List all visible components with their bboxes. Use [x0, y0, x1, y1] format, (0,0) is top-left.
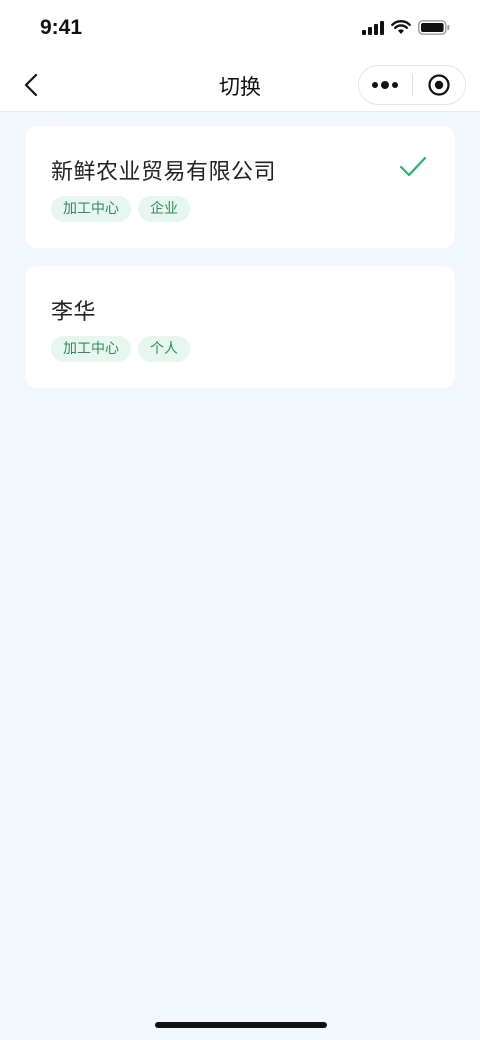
status-icons [362, 20, 450, 35]
more-dots-icon [372, 81, 399, 89]
mini-program-capsule [358, 65, 466, 105]
status-time: 9:41 [40, 16, 83, 39]
cellular-signal-icon [362, 20, 384, 35]
wifi-icon [391, 20, 411, 34]
tag-type: 个人 [138, 336, 190, 362]
status-bar: 9:41 [0, 0, 480, 58]
more-button[interactable] [359, 66, 412, 104]
target-close-icon [428, 74, 450, 96]
tag-type: 企业 [138, 196, 190, 222]
selected-check-icon [399, 156, 427, 177]
account-tags: 加工中心 个人 [51, 336, 190, 362]
tag-role: 加工中心 [51, 196, 131, 222]
home-indicator [155, 1022, 327, 1028]
account-list: 新鲜农业贸易有限公司 加工中心 企业 李华 加工中心 个人 [25, 126, 455, 406]
tag-role: 加工中心 [51, 336, 131, 362]
account-card-company[interactable]: 新鲜农业贸易有限公司 加工中心 企业 [25, 126, 455, 248]
account-tags: 加工中心 企业 [51, 196, 190, 222]
account-name: 新鲜农业贸易有限公司 [51, 160, 277, 185]
account-card-personal[interactable]: 李华 加工中心 个人 [25, 266, 455, 388]
battery-icon [418, 20, 450, 35]
nav-bar: 切换 [0, 58, 480, 112]
close-mini-program-button[interactable] [413, 66, 466, 104]
account-name: 李华 [51, 300, 97, 325]
